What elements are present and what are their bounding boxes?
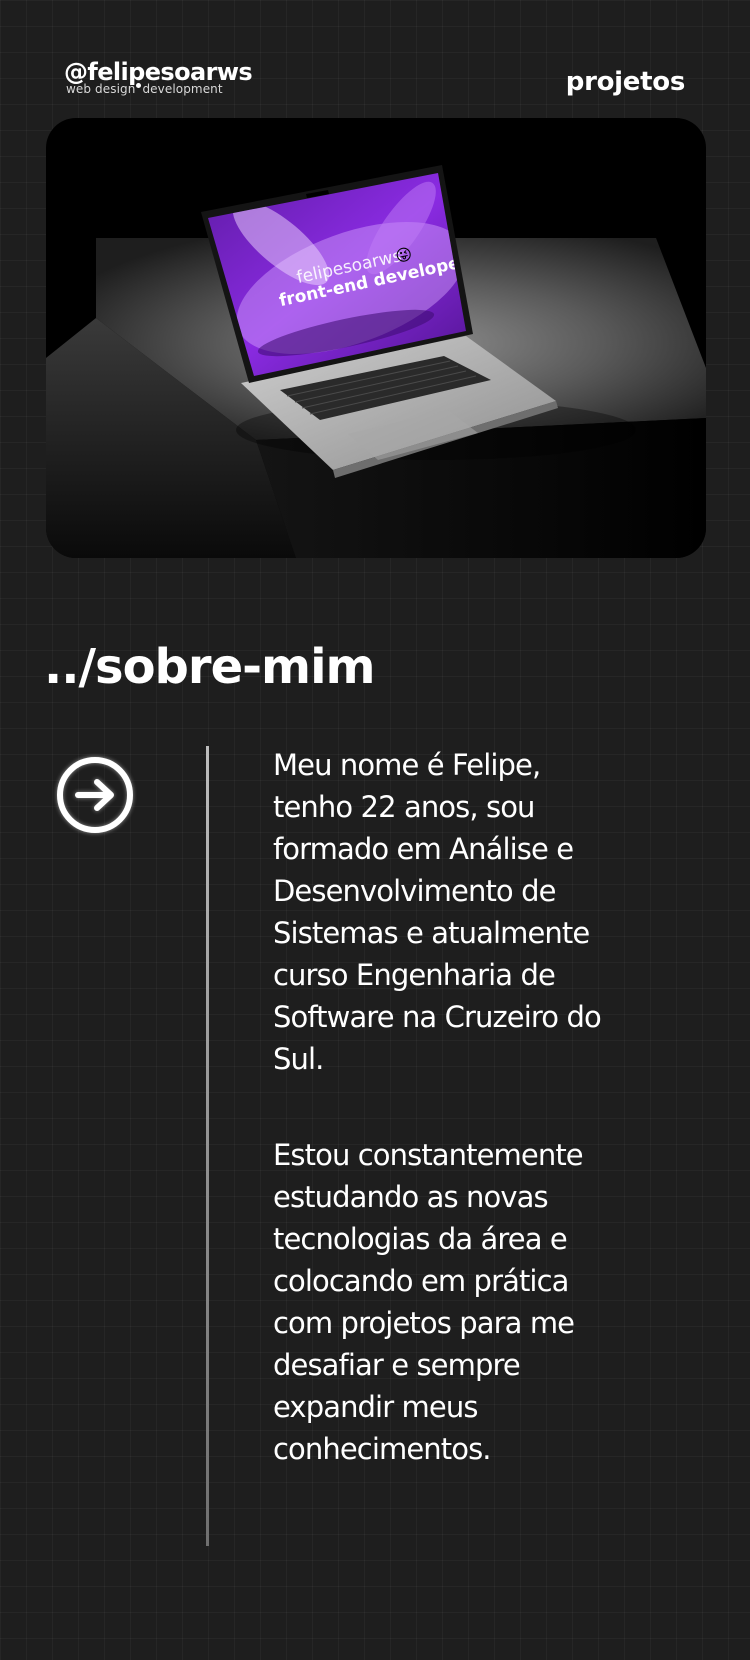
- about-line: estudando as novas: [273, 1180, 549, 1214]
- about-text: Meu nome é Felipe, tenho 22 anos, sou fo…: [273, 744, 658, 1470]
- laptop-illustration: felipesoarws 😜 front-end developer: [46, 165, 706, 558]
- about-line: Desenvolvimento de: [273, 874, 556, 908]
- about-line: tecnologias da área e: [273, 1222, 568, 1256]
- about-line: Estou constantemente: [273, 1138, 584, 1172]
- about-line: tenho 22 anos, sou: [273, 790, 535, 824]
- about-line: desafiar e sempre: [273, 1348, 521, 1382]
- tagline-dot-icon: [136, 83, 142, 88]
- hero-image: felipesoarws 😜 front-end developer: [46, 118, 706, 558]
- logo-tagline-left: web design: [66, 82, 136, 96]
- arrow-right-circle-icon: [57, 757, 133, 833]
- about-line: Software na Cruzeiro do: [273, 1000, 602, 1034]
- about-line: colocando em prática: [273, 1264, 569, 1298]
- section-title: ../sobre-mim: [44, 639, 376, 695]
- vertical-divider: [206, 746, 209, 1546]
- arrow-right-button[interactable]: [54, 754, 136, 836]
- about-line: curso Engenharia de: [273, 958, 556, 992]
- about-line: conhecimentos.: [273, 1432, 492, 1466]
- about-paragraph-2: Estou constantemente estudando as novas …: [273, 1134, 658, 1470]
- nav-link-projects[interactable]: projetos: [566, 66, 686, 98]
- logo-link[interactable]: @felipesoarws web design development: [64, 58, 253, 96]
- about-line: Meu nome é Felipe,: [273, 748, 541, 782]
- logo-tagline-right: development: [142, 82, 223, 96]
- about-line: Sul.: [273, 1042, 324, 1076]
- about-line: com projetos para me: [273, 1306, 575, 1340]
- about-line: expandir meus: [273, 1390, 478, 1424]
- about-line: Sistemas e atualmente: [273, 916, 590, 950]
- about-paragraph-1: Meu nome é Felipe, tenho 22 anos, sou fo…: [273, 744, 658, 1080]
- about-line: formado em Análise e: [273, 832, 574, 866]
